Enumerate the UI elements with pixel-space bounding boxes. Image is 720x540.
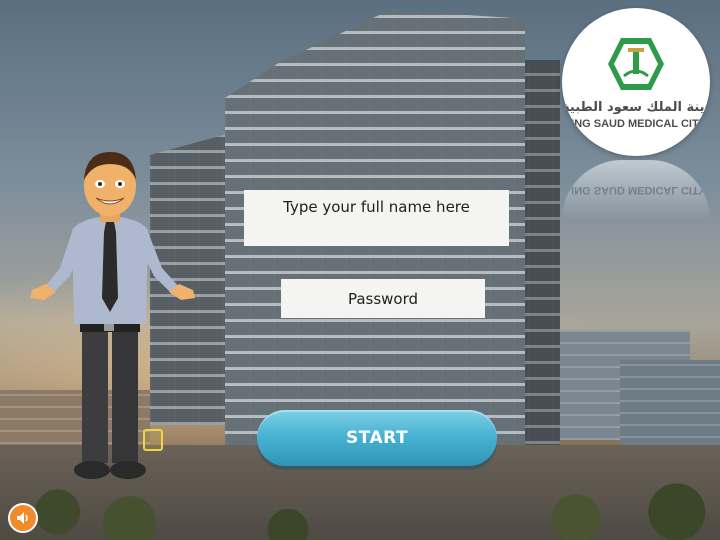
start-button[interactable]: START [257, 410, 497, 466]
password-input[interactable] [281, 279, 485, 318]
hospital-logo: مدينة الملك سعود الطبية ING SAUD MEDICAL… [562, 8, 710, 156]
marker-icon[interactable] [143, 429, 163, 451]
logo-reflection-text: ING SAUD MEDICAL CITY [571, 184, 706, 196]
audio-button[interactable] [8, 503, 38, 533]
logo-arabic-text: مدينة الملك سعود الطبية [562, 100, 710, 115]
full-name-input[interactable] [244, 190, 509, 246]
logo-english-text: ING SAUD MEDICAL CITY [571, 118, 706, 130]
presenter-character [30, 152, 195, 479]
audio-speaker-icon [17, 512, 28, 524]
hospital-logo-icon [608, 38, 664, 90]
background-building [620, 360, 720, 450]
